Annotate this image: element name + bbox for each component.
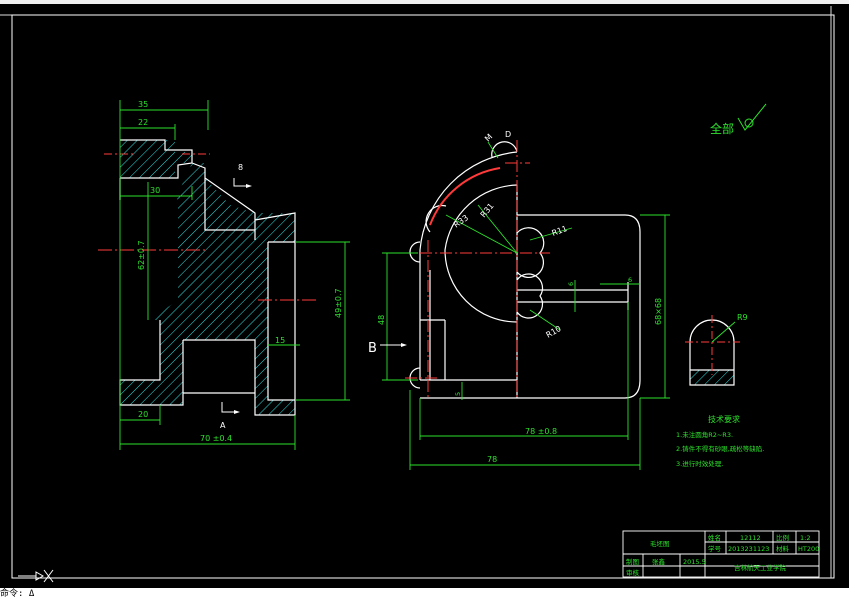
tb-date: 2015.5 [683,558,706,566]
dim-R9: R9 [737,313,748,322]
tb-material2-label: 材料 [776,544,790,553]
dim-30: 30 [150,186,160,195]
drawing-canvas[interactable]: 35 22 30 20 70 ±0.4 62±0.7 49±0.7 15 8 A [0,0,849,600]
dim-R10: R10 [545,324,563,340]
tb-scale-value: 1:2 [800,534,810,542]
dim-78-tol: 78 ±0.8 [525,427,557,436]
dim-62: 62±0.7 [137,240,146,270]
title-block: 毛坯图 姓名 12112 比例 1:2 学号 2013231123 材料 HT2… [622,530,820,578]
tb-material2-value: HT200 [798,545,819,553]
tech-req-item-1: 1.未注圆角R2~R3. [676,430,733,439]
tb-draw-label: 制图 [626,557,639,566]
command-line[interactable]: 命令: Δ [0,588,849,600]
dim-15: 15 [275,336,285,345]
r9-detail-view[interactable]: R9 [685,313,748,386]
tb-material-label: 毛坯图 [650,539,670,548]
dim-5: 5 [454,392,462,396]
section-label-A: A [220,421,226,430]
left-section-view[interactable]: 35 22 30 20 70 ±0.4 62±0.7 49±0.7 15 8 A [98,100,350,450]
dim-6a: 6 [567,282,575,286]
tb-check-label: 审核 [626,568,640,577]
tb-name-value: 12112 [740,534,761,542]
dim-49: 49±0.7 [334,288,343,318]
tb-student-value: 2013231123 [728,545,769,553]
section-mark-m: M [483,132,494,143]
dim-R33: R33 [452,213,470,229]
dim-68x68: 68×68 [654,298,663,325]
dim-R31: R31 [479,201,496,219]
dim-R11: R11 [551,224,569,238]
tech-req-item-3: 3.进行时效处理. [676,459,723,468]
dim-70: 70 ±0.4 [200,434,232,443]
dim-22: 22 [138,118,148,127]
dim-20: 20 [138,410,148,419]
ucs-icon [18,569,54,583]
dim-48: 48 [377,315,386,325]
dim-6b: 6 [628,276,632,284]
tb-school: 吉林航天工业学院 [734,563,787,572]
tech-req-item-2: 2.铸件不得有砂眼,疏松等缺陷. [676,444,764,453]
view-label-B: B [368,341,377,356]
tb-scale-label: 比例 [776,533,789,542]
tb-drafter: 张鑫 [652,557,666,566]
front-view[interactable]: R33 R31 R11 R10 68×68 48 78 ±0.8 78 6 6 [368,130,670,470]
dim-35: 35 [138,100,148,109]
tech-req-title: 技术要求 [708,414,740,424]
tb-name-label: 姓名 [708,533,721,542]
tb-student-label: 学号 [708,544,722,553]
technical-requirements: 技术要求 1.未注圆角R2~R3. 2.铸件不得有砂眼,疏松等缺陷. 3.进行时… [676,414,764,468]
section-label-top: 8 [238,163,243,172]
roughness-symbol: 全部 [710,103,767,136]
section-mark-d: D [505,130,511,139]
dim-78: 78 [487,455,497,464]
roughness-label: 全部 [710,121,734,136]
